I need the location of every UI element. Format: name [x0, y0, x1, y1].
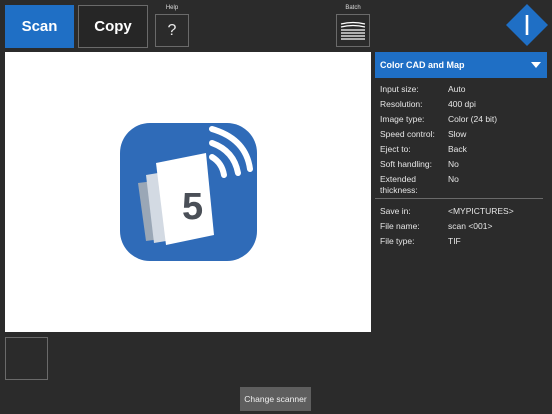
setting-label: Extended thickness: — [380, 174, 418, 195]
setting-label: Input size: — [380, 84, 419, 94]
setting-label: Eject to: — [380, 144, 411, 154]
power-icon[interactable] — [505, 3, 549, 47]
batch-button[interactable] — [336, 14, 370, 47]
divider — [375, 198, 543, 199]
setting-label: Soft handling: — [380, 159, 432, 169]
change-scanner-button[interactable]: Change scanner — [240, 387, 311, 411]
setting-label: Image type: — [380, 114, 425, 124]
svg-text:5: 5 — [182, 186, 203, 228]
settings-panel: Color CAD and Map — [375, 52, 547, 78]
setting-label: File type: — [380, 236, 415, 246]
profile-dropdown[interactable]: Color CAD and Map — [375, 52, 547, 78]
help-button[interactable]: ? — [155, 14, 189, 47]
help-label: Help — [165, 5, 179, 11]
profile-label: Color CAD and Map — [380, 60, 465, 70]
setting-value: No — [448, 174, 459, 184]
scan-button[interactable]: Scan — [5, 5, 74, 48]
setting-value: <MYPICTURES> — [448, 206, 514, 216]
batch-label: Batch — [345, 5, 361, 11]
setting-label: Save in: — [380, 206, 411, 216]
help-glyph: ? — [167, 21, 177, 39]
copy-button[interactable]: Copy — [78, 5, 148, 48]
setting-value: No — [448, 159, 459, 169]
scan-thumbnail[interactable] — [5, 337, 48, 380]
setting-label: Resolution: — [380, 99, 423, 109]
setting-value: TIF — [448, 236, 461, 246]
setting-value: 400 dpi — [448, 99, 476, 109]
batch-stack-icon — [340, 21, 366, 40]
setting-value: Auto — [448, 84, 466, 94]
setting-value: scan <001> — [448, 221, 493, 231]
scansnap-5-icon: 5 — [120, 123, 257, 261]
setting-value: Back — [448, 144, 467, 154]
setting-label: Speed control: — [380, 129, 435, 139]
setting-value: Color (24 bit) — [448, 114, 498, 124]
chevron-down-icon — [531, 62, 541, 68]
setting-label: File name: — [380, 221, 420, 231]
setting-value: Slow — [448, 129, 467, 139]
